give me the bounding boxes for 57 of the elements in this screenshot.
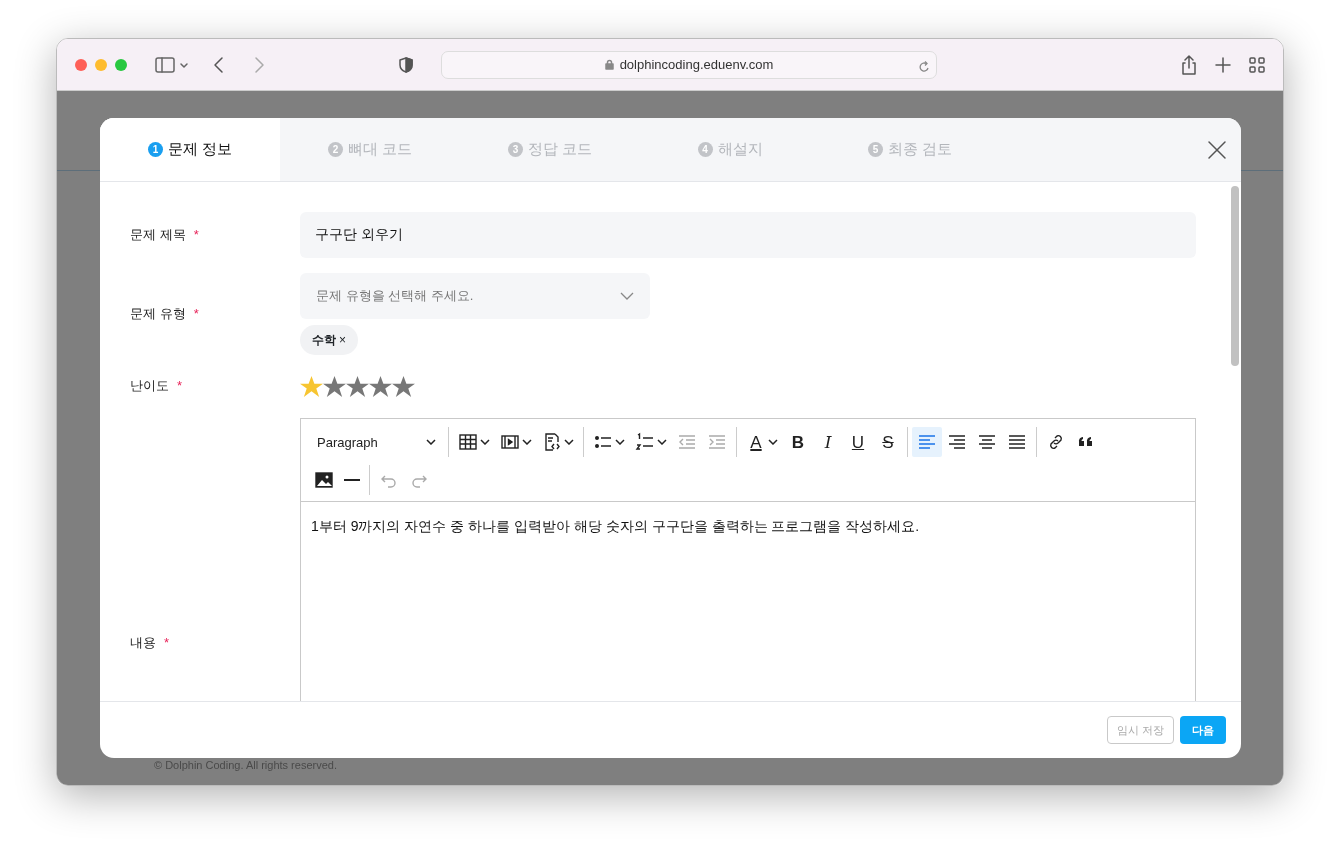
back-icon[interactable] xyxy=(213,56,225,75)
scrollbar-thumb[interactable] xyxy=(1231,186,1239,366)
caret-icon xyxy=(426,439,436,446)
horizontal-line-icon xyxy=(344,479,360,482)
caret-icon xyxy=(657,439,667,446)
image-icon xyxy=(314,470,334,491)
caret-icon xyxy=(480,439,490,446)
type-select[interactable]: 문제 유형을 선택해 주세요. xyxy=(300,273,650,319)
remove-tag-button[interactable]: × xyxy=(339,331,346,349)
tab-overview-icon[interactable] xyxy=(1249,56,1265,73)
field-label: 문제 제목 xyxy=(130,227,186,243)
field-label: 내용 xyxy=(130,634,156,650)
star-icon[interactable] xyxy=(369,373,392,399)
star-icon[interactable] xyxy=(392,373,415,399)
font-color-button[interactable]: A xyxy=(741,427,783,458)
field-label: 난이도 xyxy=(130,377,169,393)
step-number: 5 xyxy=(867,142,883,157)
required-mark: * xyxy=(164,634,170,650)
align-left-button[interactable] xyxy=(912,427,942,458)
type-tag: 수학 × xyxy=(300,325,358,355)
chevron-down-icon xyxy=(620,292,634,300)
plus-icon[interactable] xyxy=(1215,56,1231,73)
shield-icon xyxy=(399,57,413,74)
caret-icon xyxy=(768,439,778,446)
required-mark: * xyxy=(193,227,199,243)
caret-icon xyxy=(615,439,625,446)
close-icon[interactable] xyxy=(1207,139,1227,160)
address-bar[interactable]: dolphincoding.eduenv.com xyxy=(441,50,937,79)
lock-icon xyxy=(604,59,614,70)
step-number: 4 xyxy=(697,142,713,157)
caret-icon xyxy=(564,439,574,446)
url-text: dolphincoding.eduenv.com xyxy=(619,55,774,74)
step-number: 1 xyxy=(147,142,163,157)
italic-button[interactable]: I xyxy=(813,427,843,458)
paragraph-select[interactable]: Paragraph xyxy=(309,427,444,458)
star-icon[interactable] xyxy=(323,373,346,399)
step-tab[interactable]: 1 문제 정보 xyxy=(100,118,280,181)
sidebar-icon[interactable] xyxy=(155,56,175,73)
table-icon xyxy=(458,432,478,453)
caret-icon xyxy=(522,439,532,446)
star-icon[interactable] xyxy=(346,373,369,399)
bold-button[interactable]: B xyxy=(783,427,813,458)
star-rating[interactable] xyxy=(300,373,415,399)
strikethrough-button[interactable]: S xyxy=(873,427,903,458)
star-icon[interactable] xyxy=(300,373,323,399)
step-number: 2 xyxy=(327,142,343,157)
close-window-button[interactable] xyxy=(75,58,87,71)
step-number: 3 xyxy=(507,142,523,157)
numbered-list-icon xyxy=(635,432,655,453)
required-mark: * xyxy=(177,377,183,393)
editor-text: 1부터 9까지의 자연수 중 하나를 입력받아 해당 숫자의 구구단을 출력하는 프로그램을 작성하세요. xyxy=(310,517,921,537)
field-label: 문제 유형 xyxy=(130,306,186,322)
title-input[interactable]: 구구단 외우기 xyxy=(300,212,1196,258)
share-icon[interactable] xyxy=(1181,54,1197,75)
code-block-icon xyxy=(542,432,562,453)
required-mark: * xyxy=(193,306,199,322)
underline-button[interactable]: U xyxy=(843,427,873,458)
